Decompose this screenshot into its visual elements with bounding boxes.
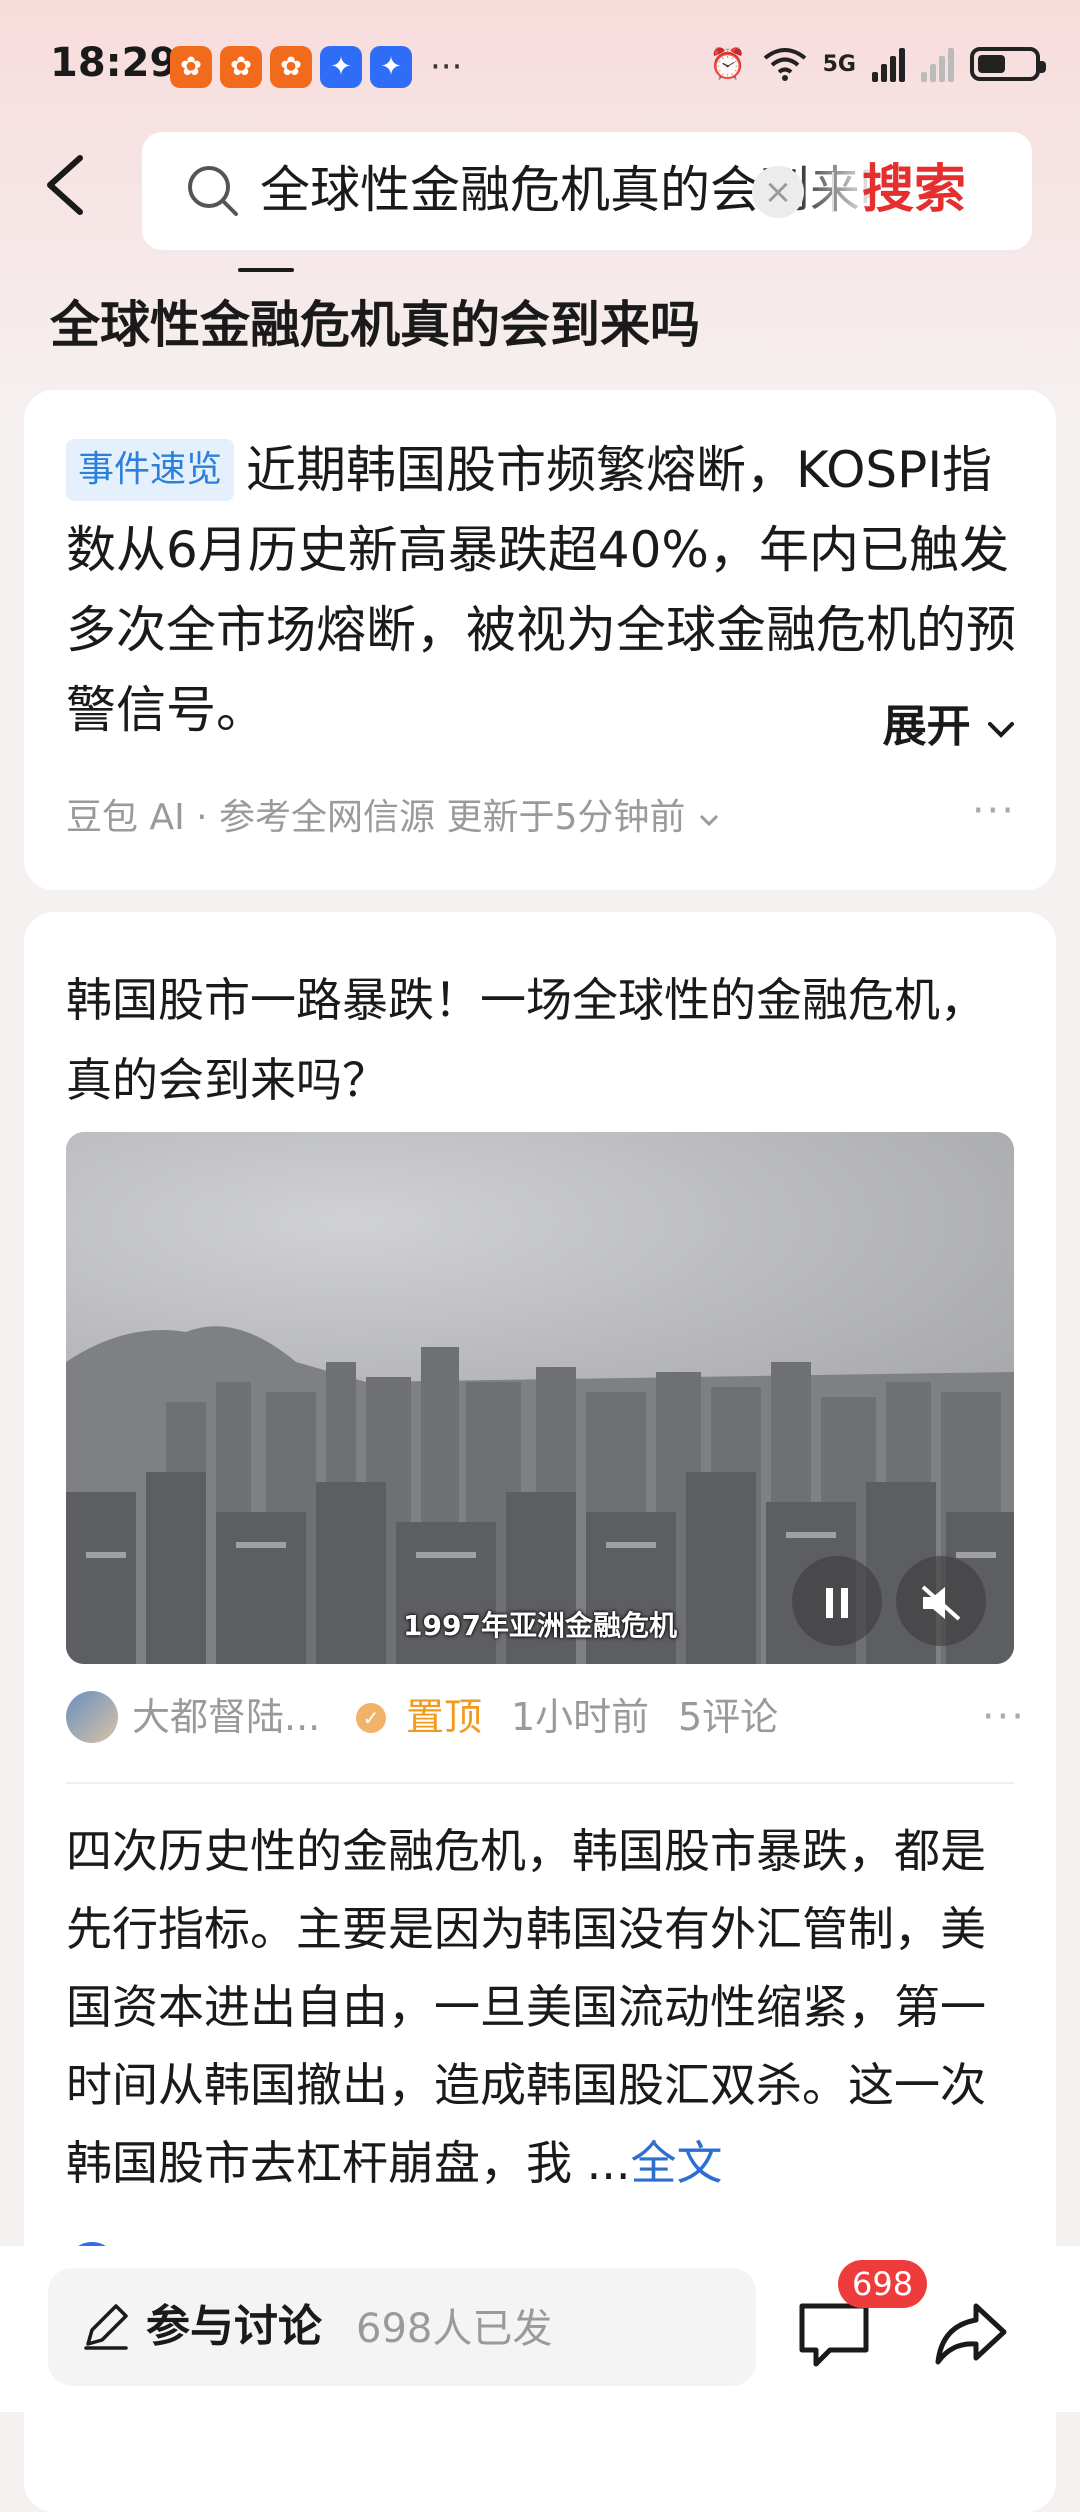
more-options-icon[interactable]: ··· — [972, 788, 1016, 834]
signal-icon — [872, 46, 905, 82]
system-indicators: ⏰ 5G — [709, 46, 1046, 82]
expand-label: 展开 — [882, 701, 971, 752]
discuss-label: 参与讨论 — [146, 2301, 322, 2352]
status-time: 18:29 — [50, 40, 178, 86]
search-icon — [188, 166, 238, 216]
more-notifications-icon: ··· — [430, 47, 463, 87]
battery-icon — [970, 47, 1046, 81]
search-button[interactable]: 搜索 — [862, 158, 966, 222]
verified-icon: ✓ — [356, 1703, 386, 1733]
speaker-muted-icon — [921, 1585, 961, 1621]
post-body[interactable]: 四次历史性的金融危机，韩国股市暴跌，都是先行指标。主要是因为韩国没有外汇管制，美… — [66, 1812, 1026, 2202]
author-avatar[interactable] — [66, 1691, 118, 1743]
clear-search-button[interactable]: × — [752, 166, 804, 218]
article-title[interactable]: 韩国股市一路暴跌！一场全球性的金融危机，真的会到来吗？ — [66, 960, 1006, 1120]
pinned-label: 置顶 — [406, 1695, 483, 1739]
more-options-icon[interactable]: ··· — [982, 1687, 1026, 1747]
ai-meta-text: 豆包 AI · 参考全网信源 更新于5分钟前 — [66, 797, 686, 838]
app-notification-icon: ✦ — [370, 46, 412, 88]
pause-button[interactable] — [792, 1556, 882, 1646]
wifi-icon — [763, 48, 806, 81]
page-title: 全球性金融危机真的会到来吗 — [50, 296, 700, 354]
chevron-down-icon — [699, 814, 718, 827]
search-divider — [832, 172, 834, 212]
divider — [66, 1782, 1014, 1784]
comment-count[interactable]: 5评论 — [678, 1687, 778, 1747]
full-text-link[interactable]: 全文 — [631, 2136, 723, 2190]
discuss-count: 698人已发 — [356, 2306, 553, 2352]
mute-button[interactable] — [896, 1556, 986, 1646]
ai-summary-card[interactable]: 事件速览 近期韩国股市频繁熔断，KOSPI指数从6月历史新高暴跌超40%，年内已触… — [24, 390, 1056, 890]
app-notification-icon: ✦ — [320, 46, 362, 88]
app-notification-icon: ✿ — [270, 46, 312, 88]
chevron-down-icon — [988, 722, 1014, 738]
signal-secondary-icon — [921, 46, 954, 82]
comment-badge: 698 — [838, 2260, 928, 2308]
notification-icons: ✿ ✿ ✿ ✦ ✦ ··· — [170, 46, 462, 88]
post-text: 四次历史性的金融危机，韩国股市暴跌，都是先行指标。主要是因为韩国没有外汇管制，美… — [66, 1824, 986, 2190]
network-label: 5G — [822, 51, 856, 77]
post-time: 1小时前 — [511, 1695, 650, 1739]
pause-icon — [826, 1588, 848, 1618]
app-notification-icon: ✿ — [220, 46, 262, 88]
article-meta-row: 大都督陆... ✓ 置顶 1小时前 5评论 ··· — [66, 1687, 1026, 1747]
expand-button[interactable]: 展开 — [883, 690, 1016, 754]
tab-indicator — [238, 268, 294, 272]
event-tag: 事件速览 — [66, 439, 235, 501]
bottom-action-bar: 参与讨论 698人已发 698 — [0, 2246, 1080, 2412]
join-discussion-button[interactable]: 参与讨论 698人已发 — [48, 2268, 756, 2386]
search-bar[interactable]: 全球性金融危机真的会到来吗 × 搜索 — [142, 132, 1032, 250]
alarm-icon: ⏰ — [709, 46, 747, 82]
back-arrow-icon[interactable] — [40, 150, 100, 230]
comment-icon[interactable] — [794, 2298, 874, 2370]
share-icon[interactable] — [930, 2298, 1010, 2370]
app-notification-icon: ✿ — [170, 46, 212, 88]
video-player[interactable]: 1997年亚洲金融危机 — [66, 1132, 1014, 1664]
ai-source-meta[interactable]: 豆包 AI · 参考全网信源 更新于5分钟前 — [66, 788, 721, 840]
ellipsis: ... — [586, 2136, 631, 2190]
pen-icon — [84, 2304, 128, 2350]
status-bar: 18:29 ✿ ✿ ✿ ✦ ✦ ··· ⏰ 5G — [0, 0, 1080, 130]
author-name[interactable]: 大都督陆... — [132, 1687, 320, 1747]
